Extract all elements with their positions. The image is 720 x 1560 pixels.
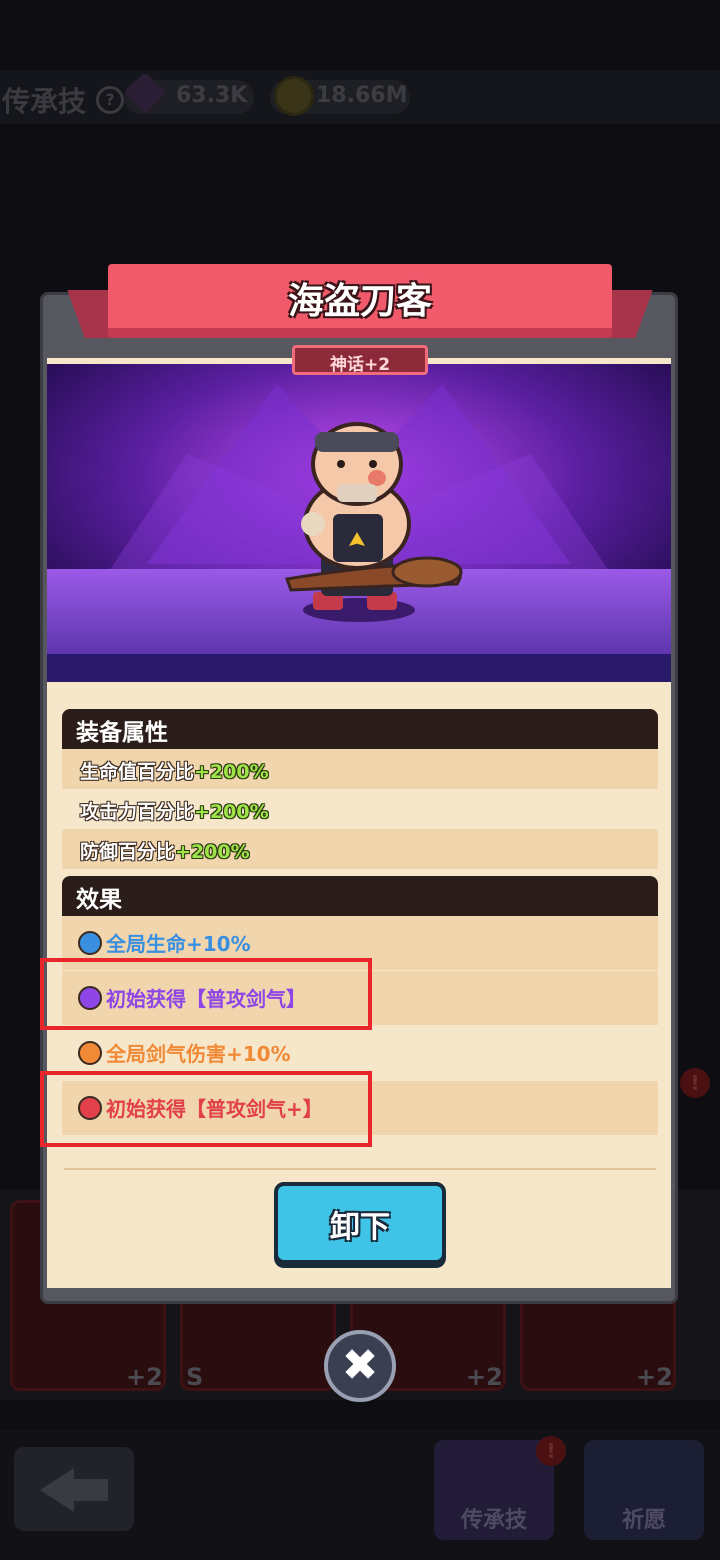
- close-icon: ✖: [341, 1340, 379, 1391]
- effect-text: 全局剑气伤害+10%: [106, 1042, 291, 1066]
- effect-dot-icon: [78, 1041, 102, 1065]
- page-title: 传承技: [2, 85, 87, 118]
- rarity-badge: 神话+2: [292, 345, 428, 375]
- card-level: +2: [126, 1363, 163, 1391]
- back-arrow-icon-shaft: [72, 1479, 108, 1501]
- stat-label: 攻击力百分比+200%: [80, 797, 269, 824]
- wish-nav-label: 祈愿: [621, 1508, 666, 1533]
- stat-row: 生命值百分比+200%: [62, 749, 658, 789]
- effect-dot-icon: [78, 931, 102, 955]
- title-banner: 海盗刀客: [108, 264, 612, 338]
- unequip-label: 卸下: [330, 1210, 390, 1245]
- card-level: +2: [636, 1363, 673, 1391]
- gem-count: 63.3K: [176, 83, 248, 108]
- stat-label: 生命值百分比+200%: [80, 757, 269, 784]
- alert-badge: !: [680, 1068, 710, 1098]
- rarity-label: 神话+2: [329, 355, 391, 375]
- back-arrow-icon: [40, 1468, 74, 1512]
- effect-text: 全局生命+10%: [106, 932, 251, 956]
- stat-row: 攻击力百分比+200%: [62, 789, 658, 829]
- close-button[interactable]: ✖: [324, 1330, 396, 1402]
- stat-name: 生命值百分比: [80, 761, 195, 783]
- character-showcase: [47, 364, 671, 682]
- card-level: +2: [466, 1363, 503, 1391]
- stat-name: 防御百分比: [80, 841, 176, 863]
- alert-badge: !: [536, 1436, 566, 1466]
- divider: [64, 1168, 656, 1170]
- highlight-box: [40, 958, 372, 1030]
- effects-header-label: 效果: [76, 887, 122, 913]
- unequip-button[interactable]: 卸下: [274, 1182, 446, 1264]
- stat-value: +200%: [194, 761, 269, 783]
- stat-label: 防御百分比+200%: [80, 837, 250, 864]
- stat-value: +200%: [194, 801, 269, 823]
- character-stage-art: [47, 364, 671, 682]
- stats-section-header: 装备属性: [62, 709, 658, 749]
- effects-section-header: 效果: [62, 876, 658, 916]
- stat-value: +200%: [175, 841, 250, 863]
- help-icon[interactable]: ?: [96, 86, 124, 114]
- card-grade: S: [186, 1363, 204, 1391]
- wish-nav-button[interactable]: 祈愿: [584, 1440, 704, 1540]
- coin-count: 18.66M: [316, 83, 408, 108]
- coin-icon: [274, 76, 314, 116]
- stats-header-label: 装备属性: [76, 720, 168, 746]
- stat-name: 攻击力百分比: [80, 801, 195, 823]
- legacy-skill-nav-label: 传承技: [460, 1508, 527, 1533]
- stat-row: 防御百分比+200%: [62, 829, 658, 869]
- highlight-box: [40, 1071, 372, 1147]
- item-title: 海盗刀客: [287, 281, 432, 322]
